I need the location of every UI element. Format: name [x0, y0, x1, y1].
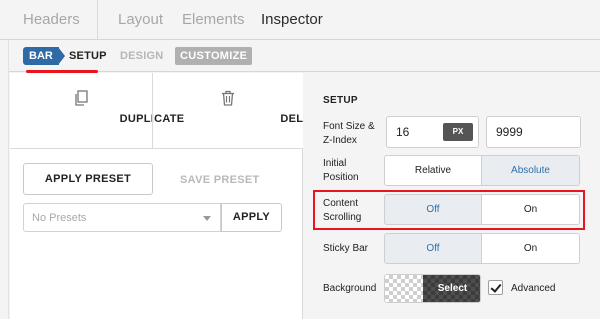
tab-elements[interactable]: Elements: [182, 11, 245, 28]
z-index-input[interactable]: 9999: [486, 116, 581, 148]
action-row: DUPLICATE DELETE: [10, 73, 325, 149]
initial-position-label-line1: Initial: [323, 158, 347, 169]
initial-position-label-line2: Position: [323, 172, 359, 183]
sticky-bar-on-toggle[interactable]: On: [482, 233, 580, 264]
subtab-design[interactable]: DESIGN: [120, 50, 163, 62]
initial-position-label: Initial Position: [323, 157, 359, 185]
breadcrumb-arrow-icon: [58, 47, 65, 65]
font-size-label-line1: Font Size &: [323, 121, 375, 132]
trash-icon: [222, 90, 234, 106]
tab-layout[interactable]: Layout: [118, 11, 163, 28]
preset-select-value: No Presets: [32, 212, 87, 224]
background-label: Background: [323, 283, 377, 294]
duplicate-button[interactable]: DUPLICATE: [10, 73, 184, 149]
top-tab-bar: Headers Layout Elements Inspector: [0, 0, 600, 40]
subtab-setup[interactable]: SETUP: [69, 50, 107, 62]
transparent-swatch: [385, 275, 423, 302]
delete-button[interactable]: DELETE: [153, 73, 325, 149]
subtab-customize[interactable]: CUSTOMIZE: [175, 47, 253, 65]
z-index-value: 9999: [496, 125, 523, 139]
background-select-label: Select: [437, 283, 468, 294]
chevron-down-icon: [203, 216, 211, 221]
duplicate-icon: [75, 90, 88, 106]
section-title: SETUP: [323, 95, 358, 106]
font-size-label: Font Size & Z-Index: [323, 120, 375, 148]
advanced-checkbox[interactable]: [488, 280, 503, 295]
unit-badge[interactable]: PX: [443, 123, 473, 141]
tab-inspector[interactable]: Inspector: [261, 11, 323, 28]
save-preset-button[interactable]: SAVE PRESET: [180, 174, 260, 186]
position-absolute-toggle[interactable]: Absolute: [482, 155, 580, 186]
left-gutter: [0, 40, 9, 319]
apply-preset-button[interactable]: APPLY PRESET: [23, 163, 153, 195]
tab-divider: [97, 0, 98, 40]
breadcrumb-bar[interactable]: BAR: [23, 47, 59, 65]
apply-button[interactable]: APPLY: [221, 203, 282, 232]
sticky-bar-off-toggle[interactable]: Off: [384, 233, 482, 264]
background-color-picker[interactable]: Select: [384, 274, 481, 303]
inspector-panel: Headers Layout Elements Inspector BAR SE…: [0, 0, 600, 319]
position-relative-toggle[interactable]: Relative: [384, 155, 482, 186]
breadcrumb: BAR SETUP DESIGN CUSTOMIZE: [0, 40, 600, 73]
preset-select[interactable]: No Presets: [23, 203, 221, 232]
font-size-label-line2: Z-Index: [323, 135, 357, 146]
tab-headers[interactable]: Headers: [23, 11, 80, 28]
sticky-bar-label: Sticky Bar: [323, 243, 369, 254]
advanced-label: Advanced: [511, 283, 556, 294]
font-size-value: 16: [396, 125, 410, 139]
highlight-box: [313, 190, 585, 230]
